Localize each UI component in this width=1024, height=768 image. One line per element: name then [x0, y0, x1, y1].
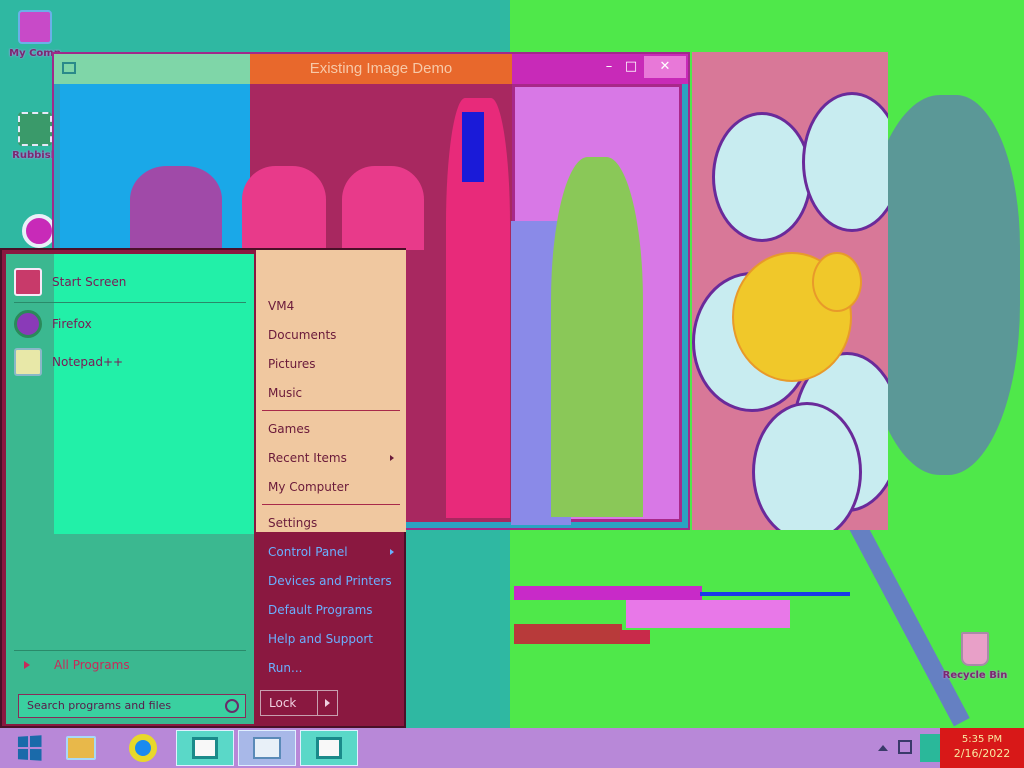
sprite-6: [551, 157, 643, 517]
computer-icon: [18, 10, 52, 44]
start-item-start-screen[interactable]: Start Screen: [14, 266, 126, 298]
search-input[interactable]: [27, 699, 217, 712]
start-button[interactable]: [0, 730, 58, 766]
search-icon[interactable]: [225, 699, 239, 713]
start-item-notepad[interactable]: Notepad++: [14, 346, 123, 378]
taskbar-app-window-2[interactable]: [300, 730, 358, 766]
folder-icon: [66, 736, 96, 760]
all-programs-label: All Programs: [54, 658, 130, 672]
clock-date: 2/16/2022: [953, 747, 1011, 760]
places-separator: [262, 410, 400, 411]
sprite-3: [342, 166, 424, 250]
place-pictures[interactable]: Pictures: [268, 352, 398, 376]
windows-logo-icon: [17, 735, 42, 761]
glitch-stripe: [620, 630, 650, 644]
desktop-icon-recycle-bin[interactable]: Recycle Bin: [940, 632, 1010, 681]
network-icon[interactable]: [898, 740, 912, 754]
start-menu-places-pane: VM4 Documents Pictures Music Games Recen…: [256, 250, 406, 726]
close-button[interactable]: ✕: [644, 56, 686, 78]
glitch-stripe: [514, 624, 622, 644]
notepad-icon: [14, 348, 42, 376]
flower-photo: [692, 52, 888, 530]
place-control-panel[interactable]: Control Panel: [268, 540, 398, 564]
clock-time: 5:35 PM: [961, 734, 1003, 745]
place-default-programs[interactable]: Default Programs: [268, 598, 398, 622]
sprite-2: [242, 166, 326, 250]
taskbar-file-explorer[interactable]: [52, 730, 110, 766]
place-run[interactable]: Run...: [268, 656, 398, 680]
place-control-panel-label: Control Panel: [268, 545, 348, 559]
taskbar-task-manager[interactable]: [238, 730, 296, 766]
qr-code-icon: [18, 112, 52, 146]
lock-button[interactable]: Lock: [261, 691, 317, 715]
firefox-icon: [14, 310, 42, 338]
place-recent-items-label: Recent Items: [268, 451, 347, 465]
glitch-stripe: [626, 600, 790, 628]
place-vm4[interactable]: VM4: [268, 294, 398, 318]
titlebar-left: [54, 54, 250, 84]
recycle-bin-icon: [961, 632, 989, 666]
action-center-icon[interactable]: [920, 734, 940, 762]
desktop-icon-label: Recycle Bin: [942, 670, 1008, 681]
sprite-4-detail: [462, 112, 484, 182]
show-hidden-icons-icon[interactable]: [878, 745, 888, 751]
taskbar-chrome[interactable]: [114, 730, 172, 766]
arrow-right-icon: [24, 661, 30, 669]
start-item-label: Notepad++: [52, 355, 124, 369]
places-separator: [262, 504, 400, 505]
chevron-right-icon: [390, 549, 394, 555]
titlebar-controls: – □ ✕: [512, 54, 688, 84]
chrome-icon: [22, 214, 56, 248]
place-help-and-support[interactable]: Help and Support: [268, 627, 398, 651]
window-icon: [192, 737, 218, 759]
taskbar-clock[interactable]: 5:35 PM 2/16/2022: [940, 728, 1024, 768]
start-menu-programs-pane: Start Screen Firefox Notepad++ All Progr…: [6, 254, 254, 724]
canvas-region-3: [511, 84, 682, 525]
place-recent-items[interactable]: Recent Items: [268, 446, 398, 470]
all-programs-button[interactable]: All Programs: [24, 658, 130, 672]
petal: [752, 402, 862, 530]
chevron-right-icon: [390, 455, 394, 461]
place-settings[interactable]: Settings: [268, 511, 398, 535]
start-separator: [14, 650, 246, 651]
start-item-label: Start Screen: [52, 275, 127, 289]
window-title: Existing Image Demo: [250, 54, 512, 84]
petal: [802, 92, 888, 232]
window-icon: [62, 62, 76, 74]
taskbar: 5:35 PM 2/16/2022: [0, 728, 1024, 768]
place-games[interactable]: Games: [268, 417, 398, 441]
start-screen-icon: [14, 268, 42, 296]
place-my-computer[interactable]: My Computer: [268, 475, 398, 499]
lock-button-group: Lock: [260, 690, 338, 716]
window-icon: [316, 737, 342, 759]
app-titlebar[interactable]: Existing Image Demo – □ ✕: [54, 54, 688, 84]
place-documents[interactable]: Documents: [268, 323, 398, 347]
lock-options-button[interactable]: [317, 691, 337, 715]
place-devices-and-printers[interactable]: Devices and Printers: [268, 569, 398, 593]
taskbar-app-window[interactable]: [176, 730, 234, 766]
start-menu: Start Screen Firefox Notepad++ All Progr…: [0, 248, 406, 728]
task-manager-icon: [253, 737, 281, 759]
sprite-1: [130, 166, 222, 250]
place-music[interactable]: Music: [268, 381, 398, 405]
glitch-stripe: [700, 592, 850, 596]
start-separator: [14, 302, 246, 303]
petal: [712, 112, 812, 242]
glitch-stripe: [514, 586, 702, 600]
flower-center: [812, 252, 862, 312]
start-search-box[interactable]: [18, 694, 246, 718]
chrome-icon: [129, 734, 157, 762]
start-item-label: Firefox: [52, 317, 92, 331]
start-item-firefox[interactable]: Firefox: [14, 308, 92, 340]
